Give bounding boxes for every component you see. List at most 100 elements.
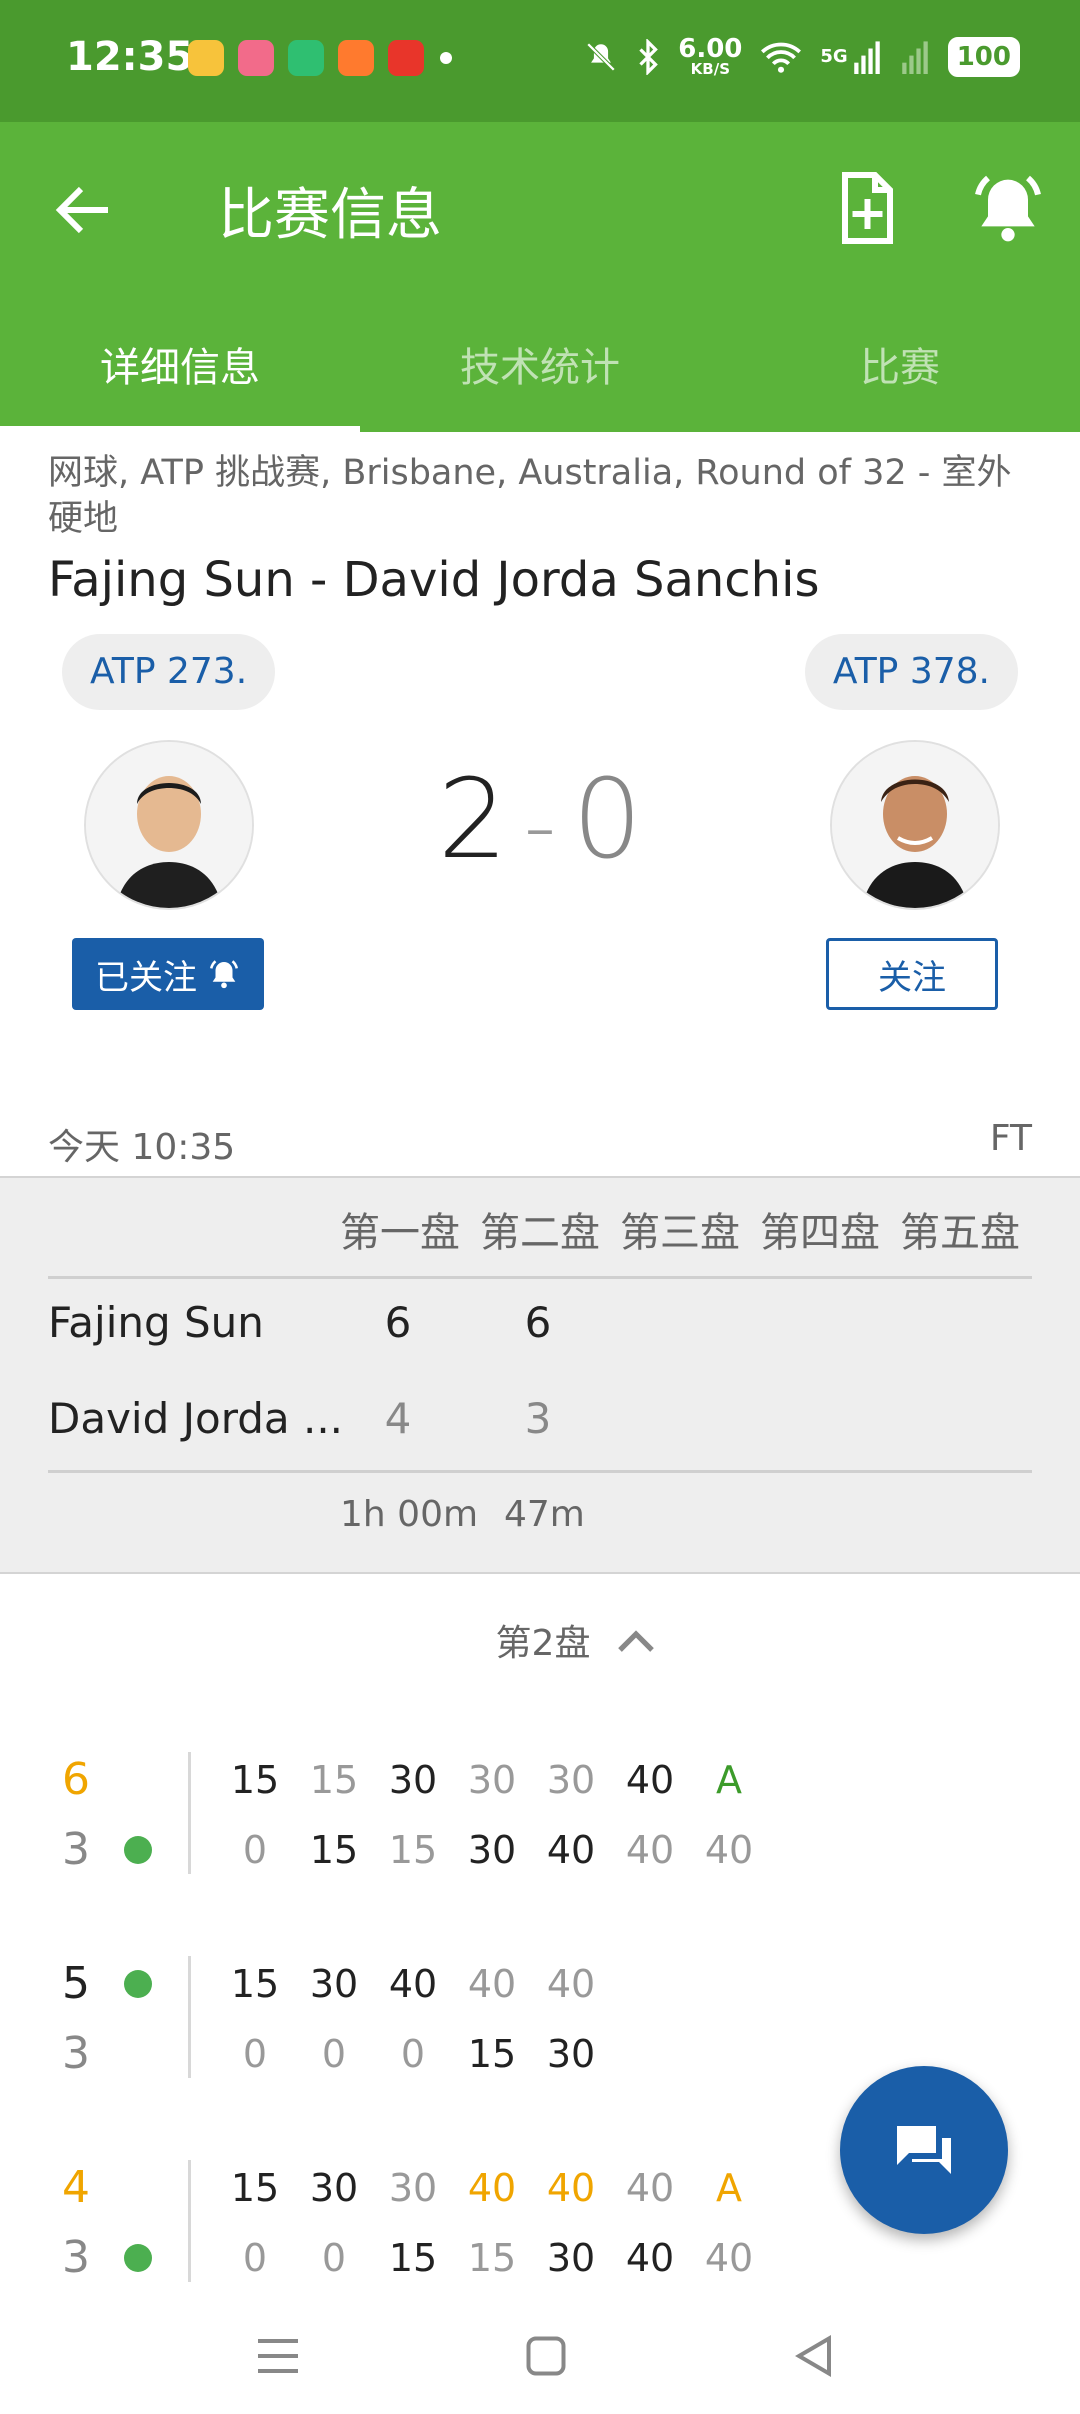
point: 15 — [309, 1828, 359, 1872]
match-start-time: 今天 10:35 — [48, 1127, 236, 1168]
network-speed: 6.00 KB/S — [678, 34, 743, 78]
point: 30 — [309, 1962, 359, 2006]
home-square-icon — [526, 2336, 566, 2376]
point: 30 — [546, 1758, 596, 1802]
point: 15 — [230, 1758, 280, 1802]
match-score: 2-0 — [0, 755, 1080, 883]
away-rank-chip[interactable]: ATP 378. — [804, 634, 1018, 710]
point: 30 — [546, 2032, 596, 2076]
set-5-header: 第五盘 — [900, 1210, 1020, 1256]
tab-statistics[interactable]: 技术统计 — [360, 302, 720, 426]
status-icons: 6.00 KB/S 5G 100 — [584, 36, 1020, 77]
point: 0 — [242, 2032, 268, 2076]
page-title: 比赛信息 — [218, 183, 442, 248]
game-top-score: 6 — [62, 1754, 90, 1805]
match-status: FT — [989, 1118, 1032, 1159]
home-player-name: Fajing Sun — [48, 1298, 264, 1347]
point: 15 — [388, 2236, 438, 2280]
status-time: 12:35 — [66, 34, 194, 80]
score-separator: - — [523, 774, 557, 879]
point: 30 — [546, 2236, 596, 2280]
point: 15 — [309, 1758, 359, 1802]
weibo-app-icon — [188, 40, 224, 76]
nav-back-button[interactable] — [784, 2326, 844, 2386]
point: 15 — [467, 2032, 517, 2076]
wifi-icon — [761, 42, 802, 73]
tab-indicator — [0, 426, 360, 434]
table-divider — [48, 1276, 1032, 1279]
breadcrumb[interactable]: 网球, ATP 挑战赛, Brisbane, Australia, Round … — [48, 450, 1038, 542]
add-file-icon — [842, 172, 893, 244]
point: 40 — [546, 2166, 596, 2210]
point: 0 — [321, 2236, 347, 2280]
chat-fab-button[interactable] — [840, 2066, 1008, 2234]
home-set-1: 6 — [384, 1298, 412, 1347]
point: 40 — [388, 1962, 438, 2006]
status-bar: 12:35 6.00 KB/S 5G 100 — [0, 0, 1080, 122]
add-to-calendar-button[interactable] — [830, 168, 902, 248]
away-set-2: 3 — [524, 1394, 552, 1443]
set-selector[interactable]: 第2盘 — [0, 1610, 1080, 1670]
point: 15 — [230, 2166, 280, 2210]
home-rank-chip[interactable]: ATP 273. — [62, 634, 276, 710]
game-bottom-score: 3 — [62, 2232, 90, 2283]
chevron-up-icon — [618, 1630, 655, 1652]
nav-menu-button[interactable] — [248, 2326, 308, 2386]
game-top-score: 4 — [62, 2162, 90, 2213]
point: 30 — [467, 1828, 517, 1872]
signal-2-icon — [901, 40, 928, 74]
game-bottom-score: 3 — [62, 2028, 90, 2079]
set-2-header: 第二盘 — [480, 1210, 600, 1256]
point: 30 — [388, 1758, 438, 1802]
network-type: 5G — [820, 46, 848, 67]
point: 30 — [467, 1758, 517, 1802]
set-4-header: 第四盘 — [760, 1210, 880, 1256]
set-1-duration: 1h 00m — [340, 1494, 479, 1535]
point: 0 — [400, 2032, 426, 2076]
home-set-2: 6 — [524, 1298, 552, 1347]
signal-icon — [853, 40, 880, 74]
point: 0 — [321, 2032, 347, 2076]
game-divider — [188, 2160, 191, 2282]
set-2-duration: 47m — [504, 1494, 585, 1535]
nav-home-button[interactable] — [516, 2326, 576, 2386]
point: 40 — [467, 1962, 517, 2006]
point: 40 — [467, 2166, 517, 2210]
app-notification-icon — [288, 40, 324, 76]
away-player-name: David Jorda ... — [48, 1394, 344, 1443]
triangle-back-icon — [795, 2335, 831, 2377]
home-score: 2 — [437, 755, 508, 883]
game-row: 6 3 15 15 30 30 30 40 A 0 15 15 30 40 40… — [0, 1752, 1080, 1882]
bluetooth-icon — [639, 38, 659, 75]
away-score: 0 — [572, 755, 643, 883]
point: A — [716, 1758, 742, 1802]
home-followed-button[interactable]: 已关注 — [72, 938, 264, 1010]
set-1-header: 第一盘 — [340, 1210, 460, 1256]
serve-indicator — [124, 1970, 152, 1998]
chat-icon — [897, 2126, 951, 2174]
app-notification-icon — [338, 40, 374, 76]
point: 0 — [242, 1828, 268, 1872]
sets-score-table: 第一盘 第二盘 第三盘 第四盘 第五盘 Fajing Sun 6 6 David… — [0, 1176, 1080, 1574]
point: 40 — [625, 2236, 675, 2280]
back-button[interactable] — [48, 174, 120, 246]
point: 40 — [625, 2166, 675, 2210]
tab-matches[interactable]: 比赛 — [720, 302, 1080, 426]
away-follow-button[interactable]: 关注 — [826, 938, 998, 1010]
system-navigation-bar — [0, 2296, 1080, 2414]
app-bar: 比赛信息 详细信息 技术统计 比赛 — [0, 122, 1080, 434]
tab-details[interactable]: 详细信息 — [0, 302, 360, 426]
point: 0 — [242, 2236, 268, 2280]
point: 15 — [388, 1828, 438, 1872]
serve-indicator — [124, 1836, 152, 1864]
menu-icon — [258, 2339, 298, 2373]
set-3-header: 第三盘 — [620, 1210, 740, 1256]
point: A — [716, 2166, 742, 2210]
point: 30 — [388, 2166, 438, 2210]
point: 40 — [625, 1758, 675, 1802]
notifications-button[interactable] — [968, 168, 1048, 248]
followed-label: 已关注 — [95, 957, 197, 998]
game-divider — [188, 1956, 191, 2078]
point: 30 — [309, 2166, 359, 2210]
notification-icons — [188, 40, 424, 76]
